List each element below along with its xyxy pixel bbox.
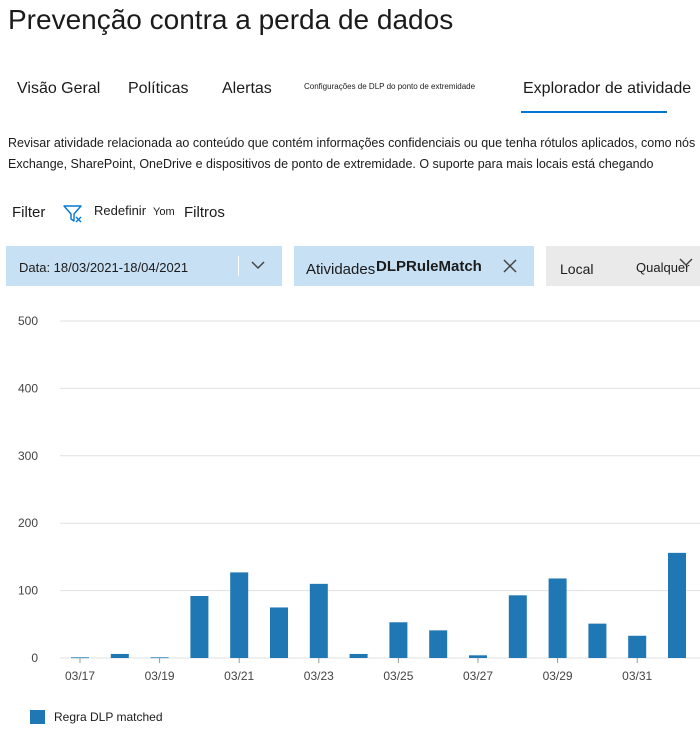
y-tick-label: 300 [18,449,38,463]
x-tick-label: 03/23 [304,669,334,683]
x-tick-label: 03/27 [463,669,493,683]
tab-alerts[interactable]: Alertas [222,80,272,98]
tab-overview[interactable]: Visão Geral [17,80,100,98]
bar [349,653,368,658]
legend-label: Regra DLP matched [54,710,163,724]
bar [628,635,647,658]
y-tick-label: 500 [18,314,38,328]
active-tab-indicator [521,111,667,113]
bar [110,653,129,658]
bar [190,595,209,658]
tab-activity-explorer[interactable]: Explorador de atividade [523,80,691,98]
bar [230,572,249,658]
yom-label: Yom [153,206,175,218]
description-line-1: Revisar atividade relacionada ao conteúd… [8,136,696,150]
y-tick-label: 400 [18,381,38,395]
bar [389,622,408,658]
y-tick-label: 200 [18,516,38,530]
x-tick-label: 03/25 [383,669,413,683]
bar [429,630,448,658]
y-tick-label: 0 [31,651,38,665]
pill-divider [238,256,239,276]
activity-bar-chart: 0 100 200 300 400 500 03/17 03/19 03/21 03/23 03/2… [18,314,700,683]
x-tick-label: 03/29 [543,669,573,683]
bar [309,583,328,658]
page-description: Revisar atividade relacionada ao conteúd… [8,133,698,175]
x-tick-label: 03/17 [65,669,95,683]
close-icon[interactable] [502,258,518,274]
bar [588,623,607,658]
reset-button[interactable]: Redefinir [94,203,146,218]
legend-swatch [30,710,45,724]
x-tick-label: 03/19 [145,669,175,683]
chevron-down-icon[interactable] [678,256,694,268]
y-tick-label: 100 [18,584,38,598]
x-tick-label: 03/31 [622,669,652,683]
description-line-2: Exchange, SharePoint, OneDrive e disposi… [8,157,654,171]
x-tick-label: 03/21 [224,669,254,683]
filters-label[interactable]: Filtros [184,204,225,221]
location-filter-label: Local [560,261,594,277]
bar [548,578,567,658]
bar [270,607,288,658]
bar [469,655,487,658]
bar [508,595,527,658]
activities-filter-pill[interactable]: Atividades DLPRuleMatch [294,246,534,286]
activities-filter-value: DLPRuleMatch [376,258,482,275]
tab-bar: Visão Geral Políticas Alertas Configuraç… [0,70,700,114]
tab-endpoint-dlp-settings[interactable]: Configurações de DLP do ponto de extremi… [304,82,475,91]
activities-filter-label: Atividades [306,261,376,278]
filter-label: Filter [12,204,46,221]
chevron-down-icon[interactable] [250,259,266,271]
filter-toolbar: Filter Redefinir Yom Filtros [0,198,700,228]
date-filter-pill[interactable]: Data: 18/03/2021-18/04/2021 [6,246,282,286]
date-filter-label: Data: 18/03/2021-18/04/2021 [19,260,189,275]
page-title: Prevenção contra a perda de dados [8,4,454,35]
tab-policies[interactable]: Políticas [128,80,188,98]
location-filter-pill[interactable]: Local Qualquer [546,246,700,286]
bar [668,552,686,658]
funnel-clear-icon[interactable] [62,204,84,224]
